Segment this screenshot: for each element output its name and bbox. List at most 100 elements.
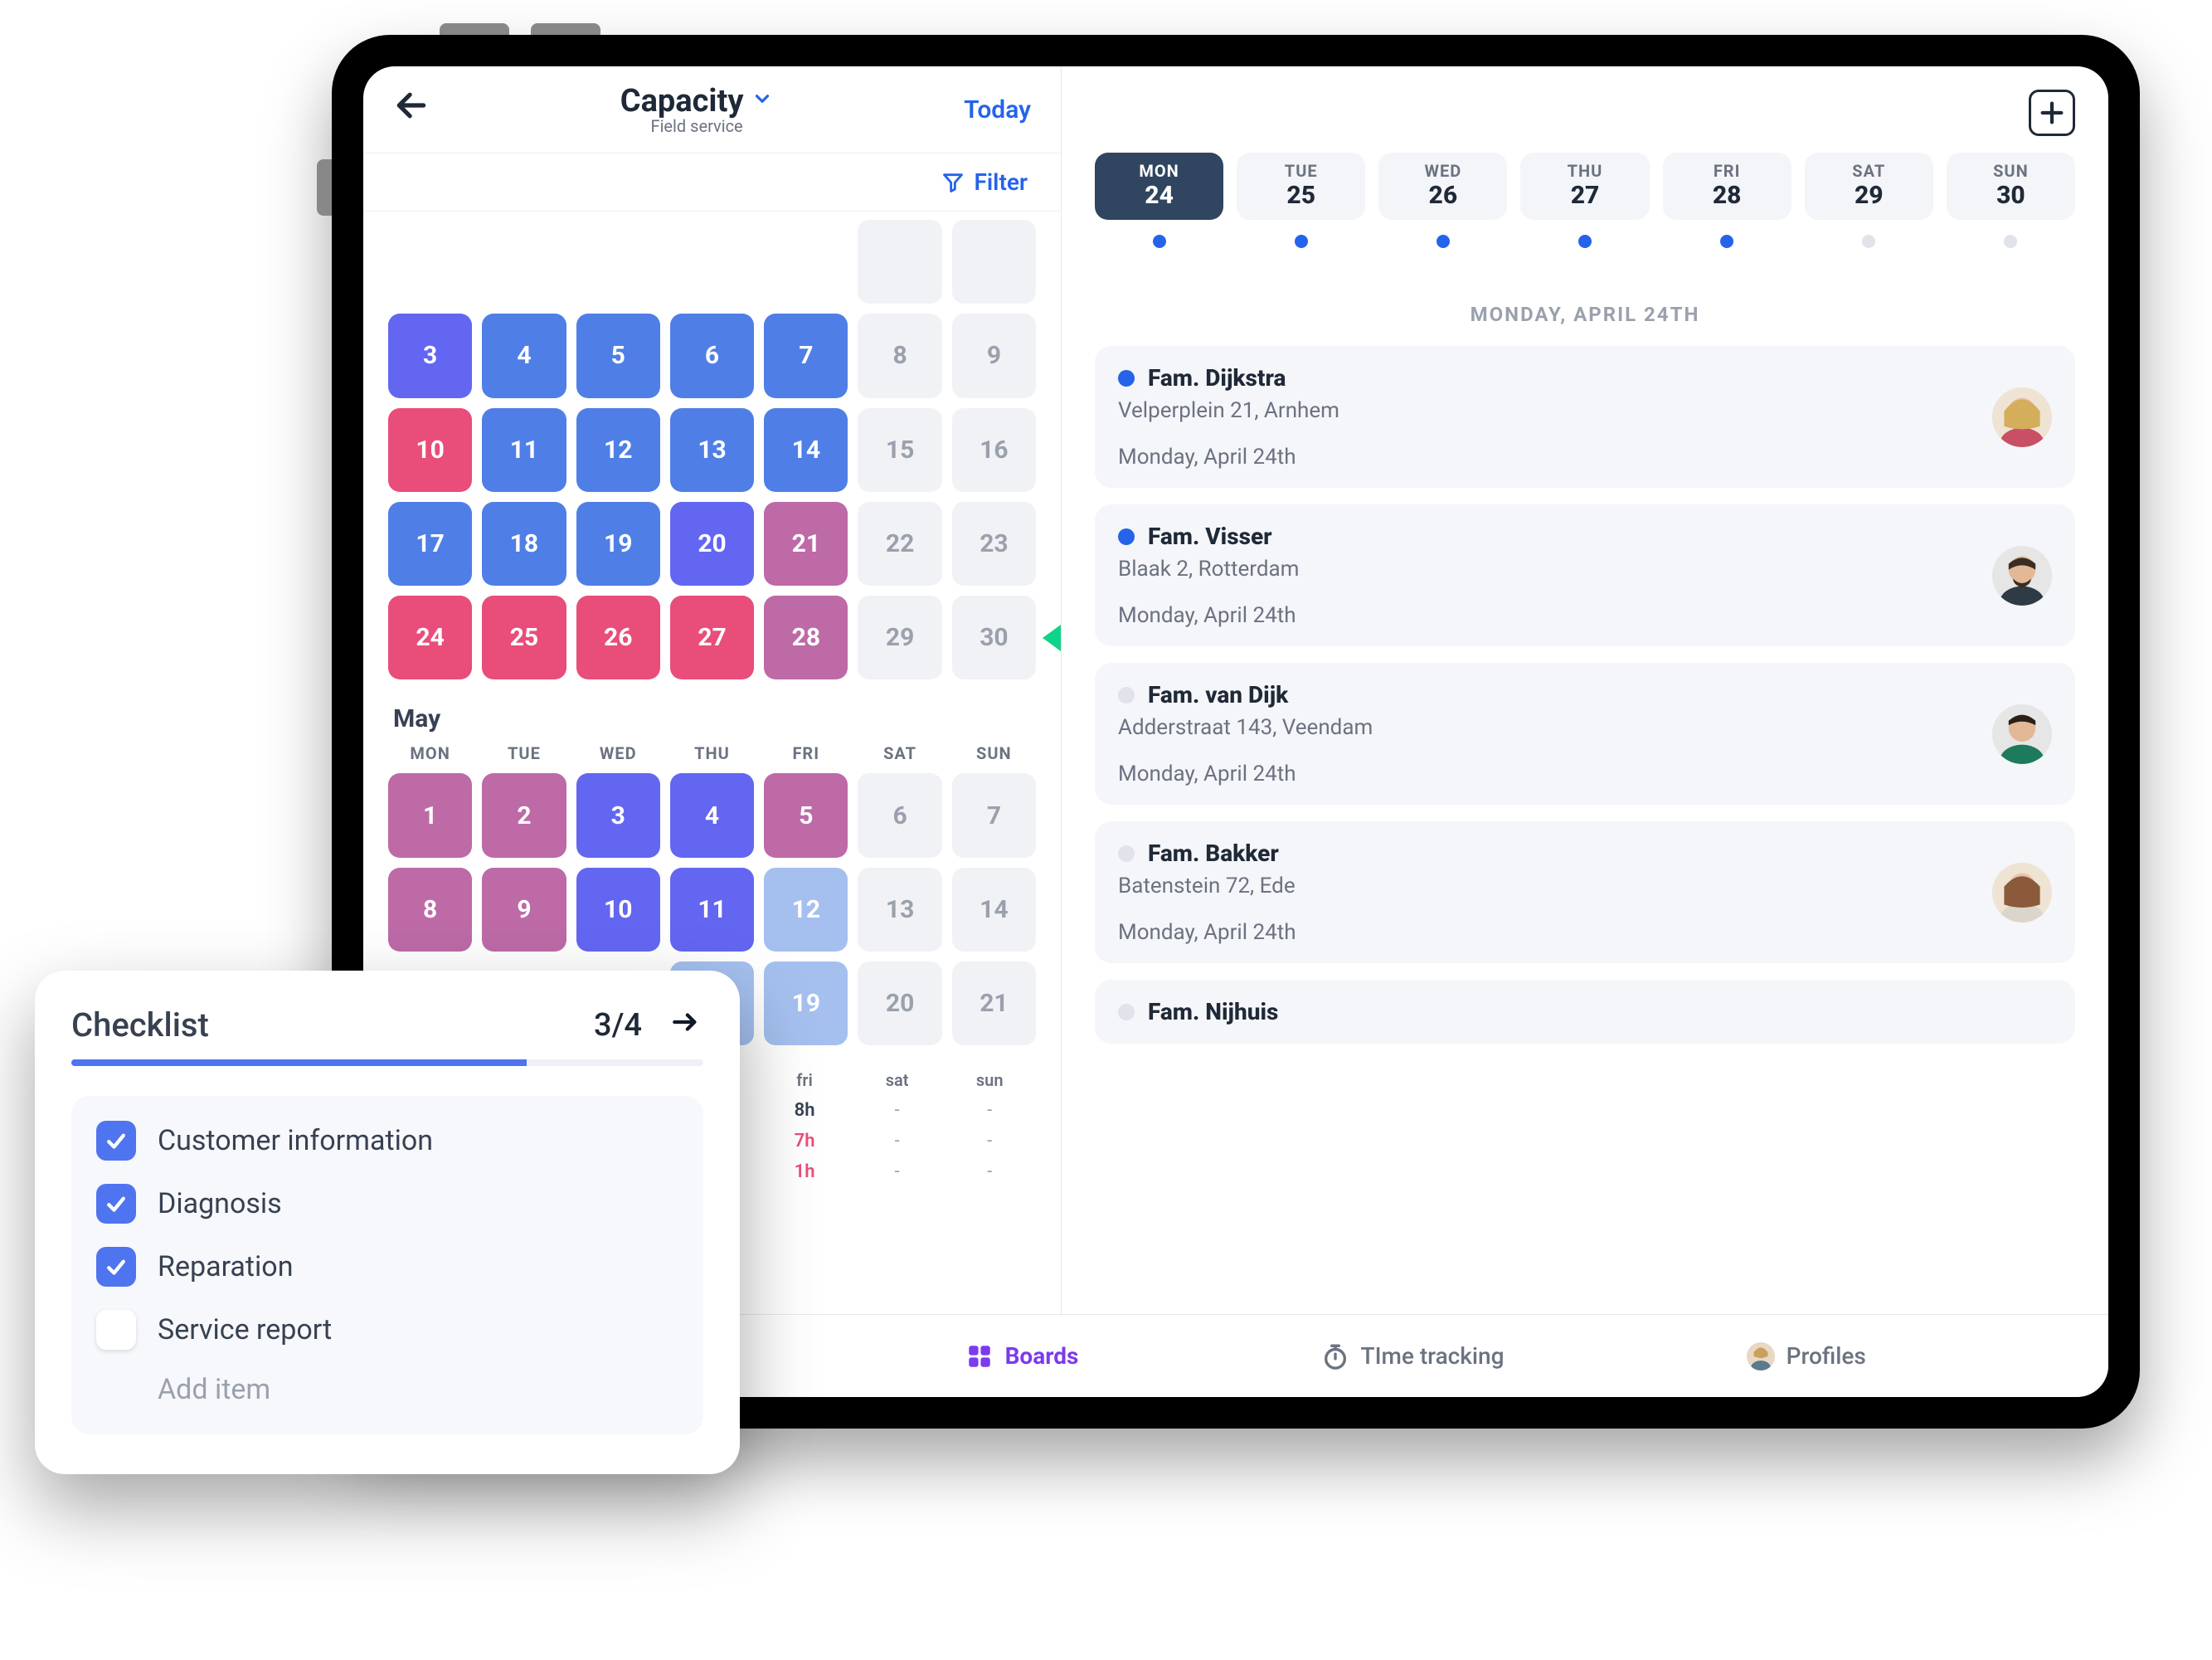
calendar-cell[interactable]: 24 bbox=[388, 596, 472, 679]
day-pill[interactable]: SAT29 bbox=[1805, 153, 1933, 220]
avatar bbox=[1992, 546, 2052, 606]
calendar-cell[interactable]: 29 bbox=[858, 596, 941, 679]
grid-icon bbox=[965, 1342, 994, 1370]
calendar-cell[interactable]: 17 bbox=[388, 502, 472, 586]
day-dot bbox=[1720, 235, 1733, 248]
checklist-title: Checklist bbox=[71, 1005, 209, 1044]
calendar-cell[interactable]: 21 bbox=[952, 961, 1036, 1045]
avatar-icon bbox=[1747, 1342, 1775, 1370]
appointment-card[interactable]: Fam. Nijhuis bbox=[1095, 980, 2075, 1044]
calendar-cell[interactable]: 7 bbox=[952, 773, 1036, 857]
page-subtitle: Field service bbox=[430, 116, 964, 136]
day-dot bbox=[2004, 235, 2017, 248]
calendar-cell[interactable]: 12 bbox=[576, 408, 660, 492]
calendar-cell[interactable]: 4 bbox=[482, 314, 566, 397]
checklist-item[interactable]: Reparation bbox=[96, 1247, 678, 1287]
calendar-cell[interactable]: 13 bbox=[858, 868, 941, 952]
checklist-item-label: Service report bbox=[158, 1313, 332, 1346]
calendar-cell[interactable]: 26 bbox=[576, 596, 660, 679]
calendar-cell[interactable]: 10 bbox=[388, 408, 472, 492]
calendar-cell[interactable]: 6 bbox=[858, 773, 941, 857]
checkbox[interactable] bbox=[96, 1310, 136, 1350]
hours-cell: - bbox=[851, 1126, 944, 1156]
calendar-cell[interactable]: 14 bbox=[952, 868, 1036, 952]
calendar-cell[interactable]: 30 bbox=[952, 596, 1036, 679]
calendar-cell[interactable]: 25 bbox=[482, 596, 566, 679]
add-button[interactable] bbox=[2029, 90, 2075, 136]
appointment-card[interactable]: Fam. VisserBlaak 2, RotterdamMonday, Apr… bbox=[1095, 504, 2075, 646]
checklist-item-label: Diagnosis bbox=[158, 1187, 282, 1220]
calendar-cell[interactable]: 11 bbox=[670, 868, 754, 952]
calendar-cell[interactable]: 3 bbox=[388, 314, 472, 397]
checkbox[interactable] bbox=[96, 1121, 136, 1161]
checklist-item[interactable]: Service report bbox=[96, 1310, 678, 1350]
calendar-cell[interactable]: 15 bbox=[858, 408, 941, 492]
checkbox[interactable] bbox=[96, 1247, 136, 1287]
nav-time-tracking[interactable]: TIme tracking bbox=[1321, 1342, 1505, 1370]
calendar-cell[interactable]: 9 bbox=[482, 868, 566, 952]
calendar-cell[interactable]: 6 bbox=[670, 314, 754, 397]
calendar-cell[interactable]: 9 bbox=[952, 314, 1036, 397]
calendar-cell[interactable]: 5 bbox=[764, 773, 848, 857]
calendar-cell[interactable]: 8 bbox=[388, 868, 472, 952]
calendar-cell bbox=[482, 220, 566, 304]
day-pill[interactable]: FRI28 bbox=[1663, 153, 1791, 220]
calendar-cell[interactable]: 28 bbox=[764, 596, 848, 679]
checklist-add-item[interactable]: Add item bbox=[96, 1373, 678, 1406]
calendar-cell[interactable]: 23 bbox=[952, 502, 1036, 586]
calendar-cell[interactable]: 16 bbox=[952, 408, 1036, 492]
appointment-date: Monday, April 24th bbox=[1118, 603, 1972, 628]
calendar-cell[interactable]: 2 bbox=[482, 773, 566, 857]
right-header bbox=[1062, 66, 2108, 144]
appointment-date: Monday, April 24th bbox=[1118, 445, 1972, 470]
checklist-expand-button[interactable] bbox=[667, 1005, 703, 1044]
checklist-progress bbox=[71, 1059, 703, 1066]
calendar-cell[interactable]: 21 bbox=[764, 502, 848, 586]
calendar-cell[interactable]: 13 bbox=[670, 408, 754, 492]
calendar-cell[interactable]: 12 bbox=[764, 868, 848, 952]
nav-profiles[interactable]: Profiles bbox=[1747, 1342, 1866, 1370]
calendar-cell[interactable]: 20 bbox=[670, 502, 754, 586]
calendar-cell[interactable]: 20 bbox=[858, 961, 941, 1045]
page-title[interactable]: Capacity bbox=[620, 83, 774, 119]
calendar-cell[interactable]: 8 bbox=[858, 314, 941, 397]
appointment-card[interactable]: Fam. van DijkAdderstraat 143, VeendamMon… bbox=[1095, 663, 2075, 805]
checklist-item[interactable]: Diagnosis bbox=[96, 1184, 678, 1224]
day-pill[interactable]: WED26 bbox=[1378, 153, 1507, 220]
calendar-cell[interactable]: 3 bbox=[576, 773, 660, 857]
checklist-item-label: Reparation bbox=[158, 1250, 293, 1283]
calendar-month-1: 3456789101112131415161718192021222324252… bbox=[388, 220, 1036, 679]
calendar-cell[interactable]: 19 bbox=[764, 961, 848, 1045]
filter-button[interactable]: Filter bbox=[941, 168, 1028, 196]
calendar-cell[interactable]: 14 bbox=[764, 408, 848, 492]
day-pill[interactable]: TUE25 bbox=[1237, 153, 1365, 220]
checklist-item[interactable]: Customer information bbox=[96, 1121, 678, 1161]
calendar-cell[interactable]: 11 bbox=[482, 408, 566, 492]
calendar-cell bbox=[576, 220, 660, 304]
avatar bbox=[1992, 387, 2052, 447]
calendar-cell[interactable]: 19 bbox=[576, 502, 660, 586]
nav-boards[interactable]: Boards bbox=[965, 1342, 1079, 1370]
appointment-title: Fam. van Dijk bbox=[1148, 681, 1288, 708]
calendar-cell[interactable]: 4 bbox=[670, 773, 754, 857]
tablet-buttons-top bbox=[440, 17, 688, 35]
appointment-address: Adderstraat 143, Veendam bbox=[1118, 715, 1972, 740]
calendar-cell[interactable]: 10 bbox=[576, 868, 660, 952]
appointment-card[interactable]: Fam. DijkstraVelperplein 21, ArnhemMonda… bbox=[1095, 346, 2075, 488]
status-dot bbox=[1118, 370, 1135, 387]
appointment-card[interactable]: Fam. BakkerBatenstein 72, EdeMonday, Apr… bbox=[1095, 821, 2075, 963]
calendar-cell[interactable]: 1 bbox=[388, 773, 472, 857]
calendar-cell[interactable]: 5 bbox=[576, 314, 660, 397]
checkbox[interactable] bbox=[96, 1184, 136, 1224]
day-pill[interactable]: THU27 bbox=[1520, 153, 1649, 220]
back-button[interactable] bbox=[393, 87, 430, 133]
today-button[interactable]: Today bbox=[964, 95, 1031, 124]
day-pill[interactable]: SUN30 bbox=[1947, 153, 2075, 220]
stopwatch-icon bbox=[1321, 1342, 1349, 1370]
calendar-cell[interactable]: 22 bbox=[858, 502, 941, 586]
day-pill[interactable]: MON24 bbox=[1095, 153, 1223, 220]
calendar-weekday-row: MONTUEWEDTHUFRISATSUN bbox=[388, 743, 1036, 763]
calendar-cell[interactable]: 7 bbox=[764, 314, 848, 397]
calendar-cell[interactable]: 18 bbox=[482, 502, 566, 586]
calendar-cell[interactable]: 27 bbox=[670, 596, 754, 679]
